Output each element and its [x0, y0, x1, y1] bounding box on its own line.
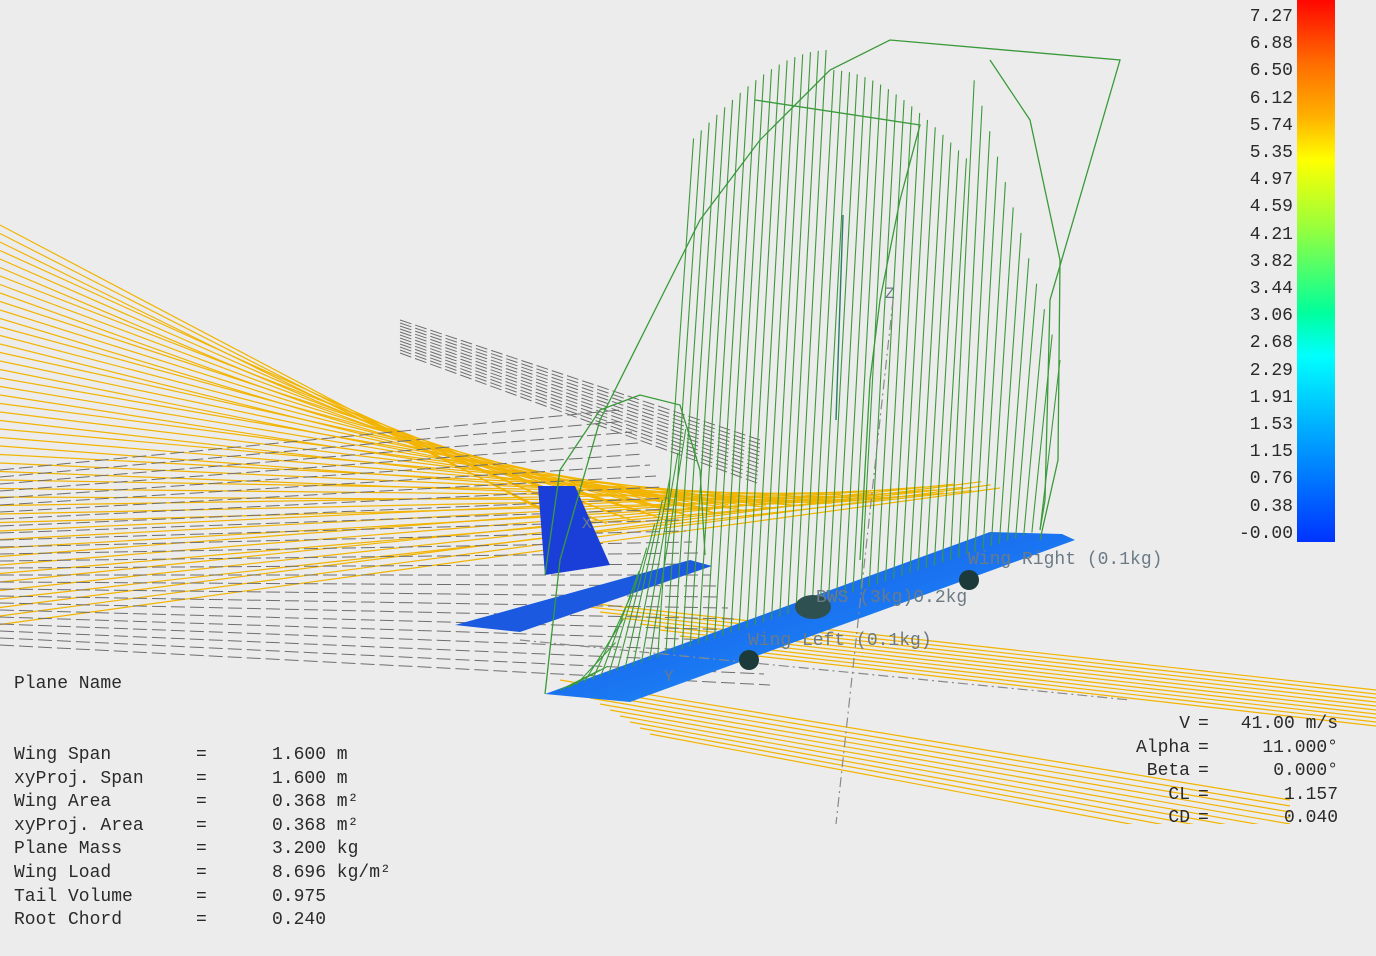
plane-info-row: Wing Span = 1.600 m	[14, 744, 434, 768]
equals-sign: =	[196, 862, 207, 883]
flight-row: CL = 1.157	[1090, 784, 1376, 808]
plane-info-label: Tail Volume	[14, 886, 133, 907]
plane-info-label: xyProj. Area	[14, 815, 144, 836]
legend-tick-label: 3.44	[1249, 279, 1293, 299]
flight-label: Beta	[1146, 761, 1190, 782]
legend-tick-label: 6.50	[1249, 61, 1293, 82]
legend-tick-label: 1.15	[1249, 442, 1293, 463]
flight-row: V = 41.00 m/s	[1090, 713, 1376, 737]
legend-tick-label: 3.06	[1249, 306, 1293, 327]
axis-x-label: X	[582, 515, 592, 533]
plane-info-row: Wing Area = 0.368 m²	[14, 791, 434, 815]
plane-info-row: xyProj. Area = 0.368 m²	[14, 815, 434, 839]
equals-sign: =	[1198, 761, 1209, 782]
legend-tick-label: -0.00	[1238, 523, 1293, 544]
equals-sign: =	[196, 886, 207, 907]
flight-value: 0.000°	[1273, 761, 1338, 782]
legend-tick-label: 4.97	[1249, 170, 1293, 191]
plane-info-row: Plane Mass = 3.200 kg	[14, 838, 434, 862]
plane-info-value: 0.368 m²	[272, 815, 359, 836]
wing-left-label: Wing Left (0.1kg)	[748, 631, 932, 651]
equals-sign: =	[196, 744, 207, 765]
plane-name-label: Plane Name	[14, 674, 123, 695]
flight-row: CD = 0.040	[1090, 807, 1376, 831]
flight-value: 0.040	[1283, 808, 1338, 829]
legend-tick-label: 4.59	[1249, 197, 1293, 218]
flight-row: Alpha = 11.000°	[1090, 737, 1376, 761]
flight-label: Alpha	[1135, 737, 1190, 758]
plane-info-row: Tail Volume = 0.975	[14, 886, 434, 910]
legend-tick-label: 5.74	[1249, 115, 1293, 136]
flight-value: 11.000°	[1262, 737, 1338, 758]
flight-row: Beta = 0.000°	[1090, 760, 1376, 784]
plane-info-row: xyProj. Span = 1.600 m	[14, 768, 434, 792]
body-mass-label: BWS (3kg)0.2kg	[816, 588, 968, 608]
legend-tick-label: 6.12	[1249, 88, 1293, 109]
plane-info-label: Plane Mass	[14, 839, 123, 860]
plane-info-value: 1.600 m	[272, 768, 348, 789]
plane-info-value: 0.975	[272, 886, 327, 907]
equals-sign: =	[196, 792, 207, 813]
equals-sign: =	[1198, 714, 1209, 734]
axis-z-label: Z	[885, 285, 895, 303]
legend-tick-label: 5.35	[1249, 143, 1293, 163]
plane-info-row: Root Chord = 0.240	[14, 909, 434, 933]
equals-sign: =	[1198, 737, 1209, 758]
plane-name-row: Plane Name	[14, 673, 434, 697]
axis-y-label: Y	[664, 668, 674, 686]
flight-conditions-panel: V = 41.00 m/s Alpha = 11.000° Beta = 0.000° CL = 1.…	[1090, 713, 1376, 831]
plane-info-value: 1.600 m	[272, 744, 348, 765]
wing-right-label: Wing Right (0.1kg)	[968, 550, 1163, 570]
flight-label: CD	[1168, 808, 1190, 829]
equals-sign: =	[196, 815, 207, 836]
plane-info-value: 0.240	[272, 910, 327, 931]
mass-wing-right	[959, 570, 979, 590]
flight-label: CL	[1168, 784, 1190, 805]
plane-info-label: Wing Area	[14, 792, 112, 813]
plane-info-row: Wing Load = 8.696 kg/m²	[14, 862, 434, 886]
plane-info-label: Root Chord	[14, 910, 123, 931]
legend-tick-label: 7.27	[1249, 7, 1293, 27]
plane-info-label: xyProj. Span	[14, 768, 144, 789]
plane-info-value: 0.368 m²	[272, 792, 359, 813]
equals-sign: =	[1198, 808, 1209, 829]
plane-info-value: 8.696 kg/m²	[272, 862, 391, 883]
plane-info-value: 3.200 kg	[272, 839, 359, 860]
equals-sign: =	[1198, 784, 1209, 805]
flight-label: V	[1179, 714, 1190, 734]
legend-tick-label: 0.38	[1249, 496, 1293, 517]
equals-sign: =	[196, 768, 207, 789]
equals-sign: =	[196, 839, 207, 860]
legend-tick-label: 6.88	[1249, 34, 1293, 55]
mass-wing-left	[739, 650, 759, 670]
legend-tick-label: 0.76	[1249, 469, 1293, 490]
legend-tick-label: 1.53	[1249, 415, 1293, 435]
flight-value: 41.00 m/s	[1240, 714, 1338, 734]
plane-info-label: Wing Span	[14, 744, 112, 765]
legend-tick-label: 2.68	[1249, 333, 1293, 354]
color-legend: 7.27 6.88 6.50 6.12 5.74 5.35 4.97 4.59 4.21 3.82…	[1230, 0, 1376, 560]
legend-tick-label: 1.91	[1249, 387, 1293, 408]
legend-tick-label: 3.82	[1249, 251, 1293, 272]
plane-info-panel: Plane Name Wing Span = 1.600 m xyProj. Span…	[14, 626, 434, 956]
equals-sign: =	[196, 910, 207, 931]
legend-color-bar	[1297, 0, 1335, 542]
legend-tick-label: 4.21	[1249, 224, 1293, 245]
flight-value: 1.157	[1283, 784, 1338, 805]
plane-info-label: Wing Load	[14, 862, 112, 883]
legend-tick-label: 2.29	[1249, 360, 1293, 381]
